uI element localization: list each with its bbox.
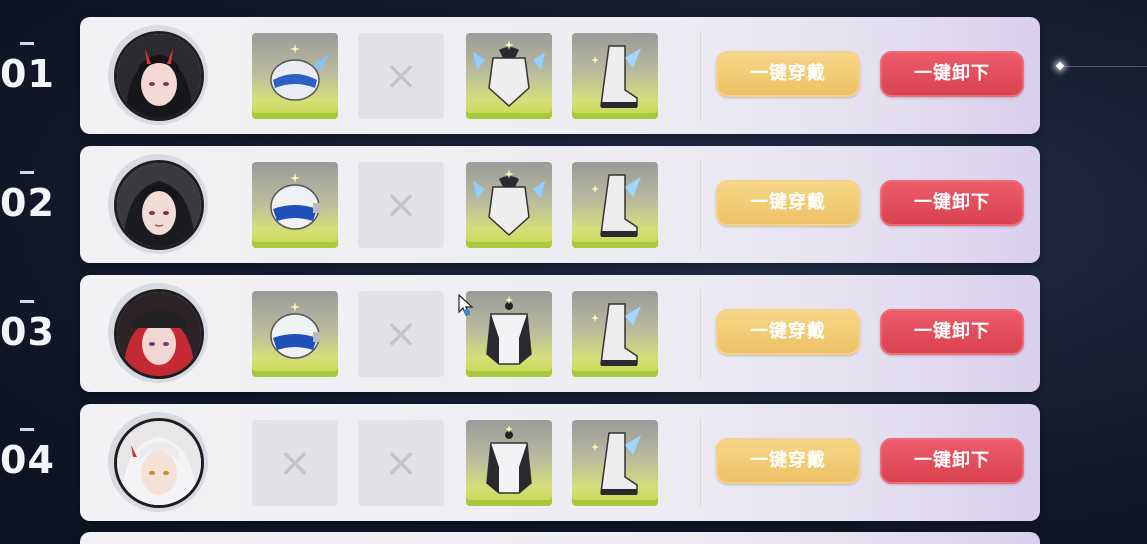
- empty-slot[interactable]: ×: [358, 162, 444, 248]
- visor-helmet-icon: [270, 44, 329, 101]
- helmet-slot[interactable]: [252, 162, 338, 248]
- team-row-1: × 一键穿戴 一键卸下: [80, 17, 1040, 134]
- row-number: 04: [0, 428, 60, 482]
- blue-helmet-icon: [270, 173, 321, 230]
- row-number: 02: [0, 171, 60, 225]
- winged-boots-icon: [591, 432, 641, 495]
- unequip-all-button[interactable]: 一键卸下: [880, 51, 1024, 97]
- divider: [700, 418, 701, 508]
- armor-slot[interactable]: [466, 420, 552, 506]
- winged-boots-icon: [591, 174, 641, 237]
- character-avatar: [114, 289, 204, 379]
- armor-slot[interactable]: [466, 162, 552, 248]
- equip-all-button[interactable]: 一键穿戴: [716, 438, 860, 484]
- character-avatar-frame[interactable]: [108, 25, 208, 125]
- background-star-line: [1064, 66, 1147, 67]
- winged-boots-icon: [591, 303, 641, 366]
- team-row-2: × 一键穿戴 一键卸下: [80, 146, 1040, 263]
- armor-slot[interactable]: [466, 291, 552, 377]
- armor-slot[interactable]: [466, 33, 552, 119]
- empty-slot[interactable]: ×: [358, 33, 444, 119]
- divider: [700, 289, 701, 379]
- team-row-4: × × 一键穿戴 一键卸下: [80, 404, 1040, 521]
- character-avatar-frame[interactable]: [108, 412, 208, 512]
- character-avatar-frame[interactable]: [108, 283, 208, 383]
- team-row-3: × 一键穿戴 一键卸下: [80, 275, 1040, 392]
- character-avatar: [114, 31, 204, 121]
- background-star: [1055, 61, 1065, 71]
- plain-armor-icon: [486, 296, 532, 365]
- empty-slot[interactable]: ×: [358, 420, 444, 506]
- row-number: 01: [0, 42, 60, 96]
- empty-slot[interactable]: ×: [358, 291, 444, 377]
- blue-helmet-icon: [270, 302, 321, 359]
- plain-armor-icon: [486, 425, 532, 494]
- boots-slot[interactable]: [572, 420, 658, 506]
- mouse-cursor-icon: [458, 294, 474, 316]
- winged-armor-icon: [473, 169, 545, 237]
- helmet-slot[interactable]: [252, 33, 338, 119]
- empty-slot[interactable]: ×: [252, 420, 338, 506]
- character-avatar: [114, 418, 204, 508]
- equip-all-button[interactable]: 一键穿戴: [716, 51, 860, 97]
- divider: [700, 160, 701, 250]
- helmet-slot[interactable]: [252, 291, 338, 377]
- character-avatar-frame[interactable]: [108, 154, 208, 254]
- winged-boots-icon: [591, 45, 641, 108]
- character-avatar: [114, 160, 204, 250]
- row-number: 03: [0, 300, 60, 354]
- boots-slot[interactable]: [572, 33, 658, 119]
- equip-all-button[interactable]: 一键穿戴: [716, 180, 860, 226]
- winged-armor-icon: [473, 40, 545, 108]
- equip-all-button[interactable]: 一键穿戴: [716, 309, 860, 355]
- unequip-all-button[interactable]: 一键卸下: [880, 309, 1024, 355]
- boots-slot[interactable]: [572, 291, 658, 377]
- unequip-all-button[interactable]: 一键卸下: [880, 438, 1024, 484]
- unequip-all-button[interactable]: 一键卸下: [880, 180, 1024, 226]
- team-row-5-partial: [80, 532, 1040, 544]
- divider: [700, 31, 701, 121]
- boots-slot[interactable]: [572, 162, 658, 248]
